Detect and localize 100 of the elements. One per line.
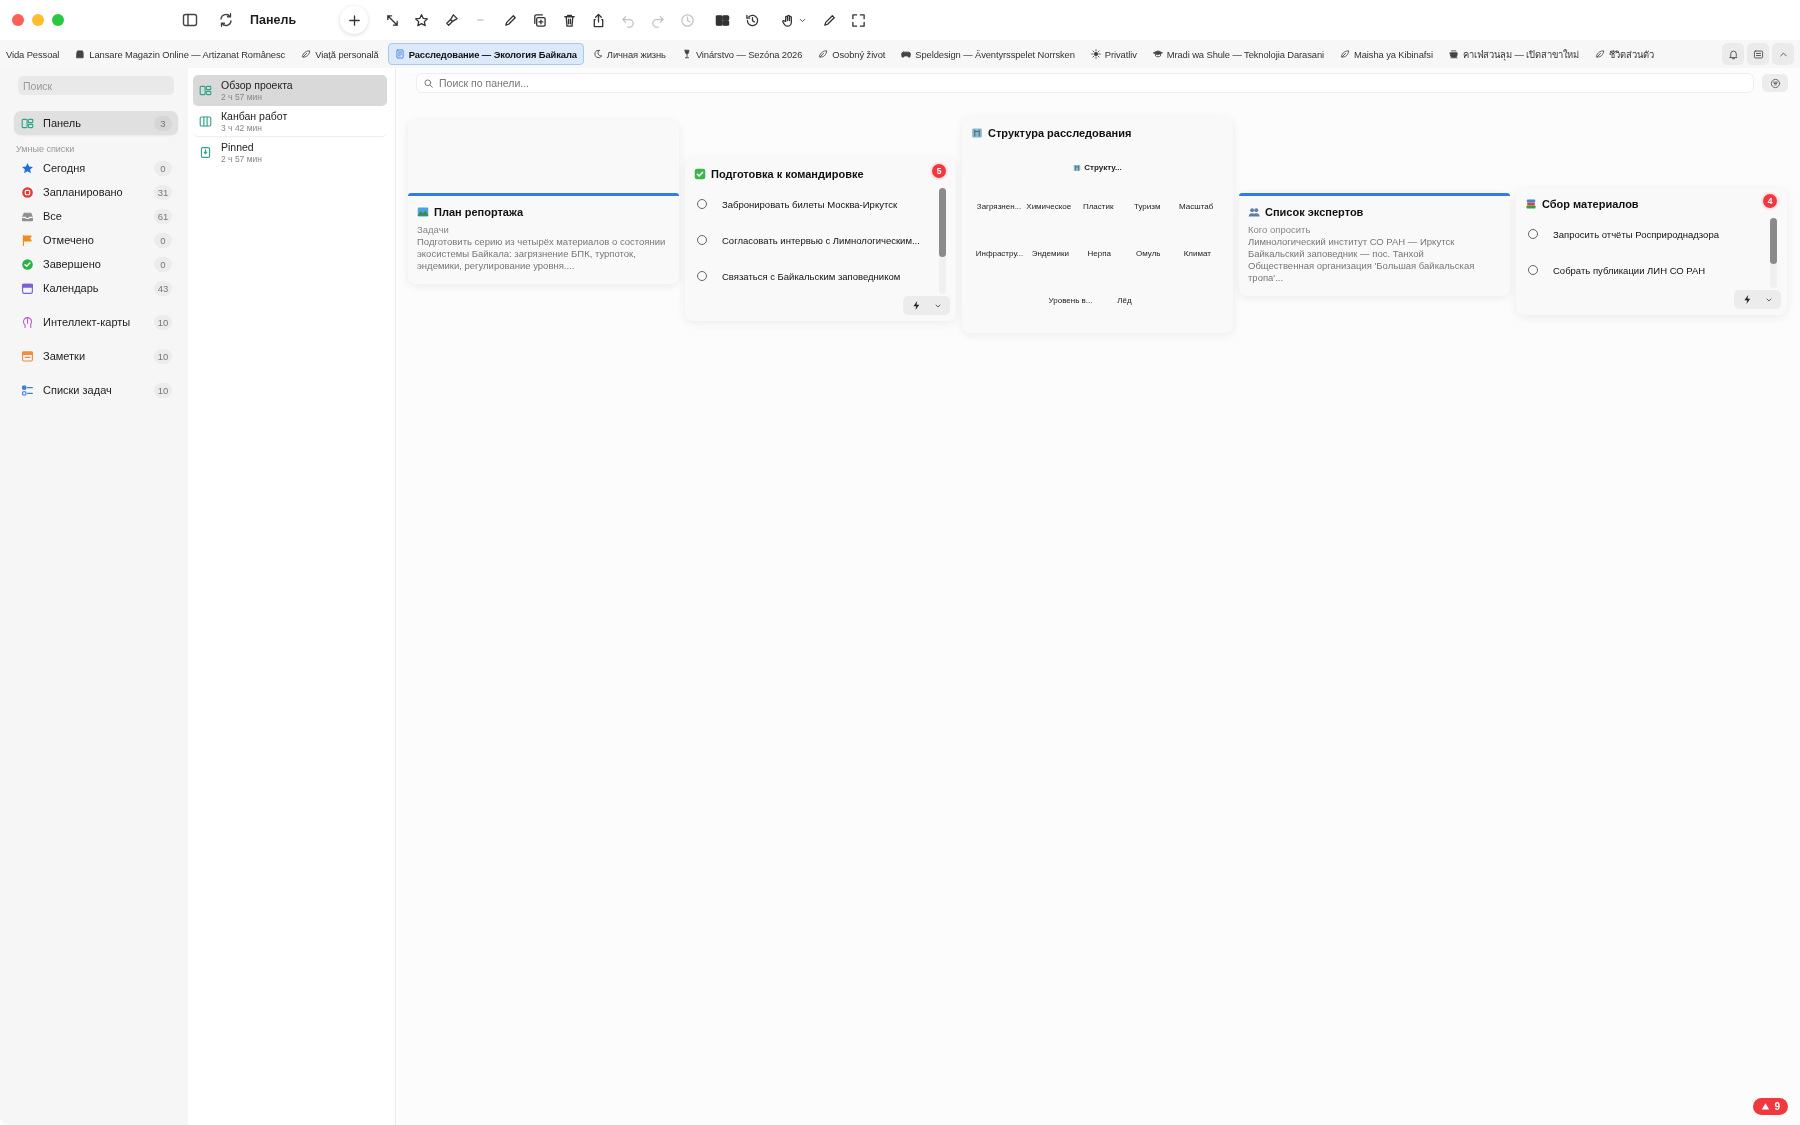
- card-title: План репортажа: [434, 206, 524, 218]
- item-label: Заметки: [43, 350, 87, 362]
- filter-icon: [1769, 77, 1781, 89]
- mindmap-node[interactable]: Туризм: [1125, 202, 1170, 211]
- document-icon: [394, 49, 405, 59]
- board-time: 2 ч 57 мин: [221, 92, 263, 102]
- scrollbar[interactable]: [1770, 218, 1777, 288]
- tab[interactable]: Osobný život: [811, 43, 893, 65]
- search-field[interactable]: Поиск: [18, 76, 174, 95]
- notifications-button[interactable]: [1722, 43, 1744, 65]
- card-title: Сбор материалов: [1542, 198, 1639, 210]
- window-title: Панель: [250, 13, 297, 27]
- count-badge: 0: [154, 160, 172, 176]
- sidebar-item[interactable]: Запланировано 31: [14, 180, 178, 204]
- mindmap-node[interactable]: Омуль: [1126, 249, 1171, 258]
- count-badge: 4: [1763, 194, 1777, 208]
- mindmap-node[interactable]: Масштаб: [1174, 202, 1219, 211]
- item-label: Сегодня: [43, 162, 87, 174]
- item-label: Календарь: [43, 282, 100, 294]
- add-button[interactable]: [340, 6, 369, 34]
- board-item[interactable]: Обзор проекта 2 ч 57 мин: [193, 75, 387, 106]
- note-text: Общественная организация 'Большая байкальская тропа'...: [1247, 260, 1476, 284]
- task-label: Собрать публикации ЛИН СО РАН: [1553, 264, 1706, 276]
- columns-icon: [199, 115, 212, 128]
- mindmap-node[interactable]: Инфрастру...: [975, 249, 1024, 258]
- tab[interactable]: Vida Pessoal: [0, 43, 67, 65]
- mindmap-node[interactable]: Лёд: [1102, 296, 1147, 305]
- item-label: Завершено: [43, 258, 102, 270]
- action-button[interactable]: [903, 296, 950, 315]
- filter-button[interactable]: [1762, 74, 1788, 92]
- card-title: Список экспертов: [1265, 206, 1364, 218]
- dashboard-icon: [21, 116, 34, 130]
- dashboard-icon: [199, 84, 212, 97]
- mindmap-node[interactable]: Нерпа: [1077, 249, 1122, 258]
- tab[interactable]: Speldesign — Äventyrsspelet Norrsken: [894, 43, 1082, 65]
- people-icon: [1248, 206, 1260, 218]
- mindmap-node[interactable]: Пластик: [1076, 202, 1121, 211]
- checkbox-icon: [694, 168, 706, 180]
- mindmap-node[interactable]: Уровень в...: [1048, 296, 1093, 305]
- sidebar-item[interactable]: Сегодня 0: [14, 156, 178, 180]
- tab[interactable]: Vinárstvo — Sezóna 2026: [674, 43, 810, 65]
- item-label: Списки задач: [43, 384, 113, 396]
- cup-icon: [1448, 49, 1459, 59]
- item-label: Все: [43, 210, 63, 222]
- tab[interactable]: คาเฟ่สวนลุม — เปิดสาขาใหม่: [1441, 43, 1587, 65]
- list-icon: [1752, 48, 1764, 60]
- tab[interactable]: Maisha ya Kibinafsi: [1333, 43, 1440, 65]
- board-search-field[interactable]: Поиск по панели...: [416, 73, 1754, 93]
- tree-icon: [1073, 163, 1082, 172]
- graduation-cap-icon: [1152, 49, 1163, 59]
- sidebar-item[interactable]: Все 61: [14, 204, 178, 228]
- lightning-icon: [911, 300, 922, 311]
- tab[interactable]: Privatliv: [1083, 43, 1144, 65]
- card-title: Подготовка к командировке: [711, 168, 864, 180]
- warning-icon: [1761, 1102, 1771, 1111]
- close-button[interactable]: [12, 14, 24, 26]
- tree-icon: [971, 127, 983, 139]
- sidebar-item[interactable]: Завершено 0: [14, 252, 178, 276]
- bell-icon: [1727, 48, 1739, 60]
- mindmap-root[interactable]: Структу...: [1073, 163, 1122, 172]
- item-label: Интеллект-карты: [43, 316, 132, 328]
- note-icon: [21, 349, 34, 363]
- count-badge: 3: [154, 115, 172, 131]
- item-label: Панель: [43, 117, 82, 129]
- tab[interactable]: Расследование — Экология Байкала: [387, 43, 584, 65]
- sidebar-item[interactable]: Панель 3: [14, 111, 178, 135]
- alert-badge[interactable]: 9: [1753, 1098, 1788, 1115]
- sidebar-item[interactable]: Списки задач 10: [14, 378, 178, 402]
- scrollbar[interactable]: [939, 188, 946, 294]
- books-icon: [1525, 198, 1537, 210]
- board-title: Канбан работ: [221, 110, 288, 123]
- mindmap-node[interactable]: Эндемики: [1028, 249, 1073, 258]
- reader-button[interactable]: [1747, 43, 1769, 65]
- action-button[interactable]: [1734, 290, 1781, 309]
- board-title: Pinned: [221, 141, 255, 154]
- board-item[interactable]: Канбан работ 3 ч 42 мин: [193, 106, 387, 137]
- count-badge: 43: [154, 280, 172, 296]
- count-badge: 0: [154, 232, 172, 248]
- board-item[interactable]: Pinned 2 ч 57 мин: [193, 137, 387, 167]
- tab[interactable]: Lansare Magazin Online — Artizanat Românesc: [68, 43, 293, 65]
- mindmap-node[interactable]: Климат: [1175, 249, 1220, 258]
- flag-icon: [21, 233, 34, 247]
- search-icon: [423, 78, 434, 89]
- sidebar-item[interactable]: Отмечено 0: [14, 228, 178, 252]
- mindmap-node[interactable]: Загрязнен...: [976, 202, 1022, 211]
- mindmap-node[interactable]: Химическое: [1026, 202, 1072, 211]
- tab[interactable]: ชีวิตส่วนตัว: [1588, 43, 1661, 65]
- tab[interactable]: Mradi wa Shule — Teknolojia Darasani: [1145, 43, 1331, 65]
- task-label: Связаться с Байкальским заповедником: [722, 270, 901, 282]
- sidebar-item[interactable]: Календарь 43: [14, 276, 178, 300]
- sidebar-item[interactable]: Заметки 10: [14, 344, 178, 368]
- board-time: 2 ч 57 мин: [221, 154, 262, 164]
- tab[interactable]: Viață personală: [294, 43, 386, 65]
- sync-icon: [218, 12, 234, 28]
- card-subtitle: Кого опросить: [1247, 224, 1312, 236]
- sidebar-item[interactable]: Интеллект-карты 10: [14, 310, 178, 334]
- card-subtitle: Задачи: [416, 224, 450, 236]
- landscape-icon: [417, 206, 429, 218]
- tab[interactable]: Личная жизнь: [585, 43, 673, 65]
- moon-icon: [592, 49, 603, 59]
